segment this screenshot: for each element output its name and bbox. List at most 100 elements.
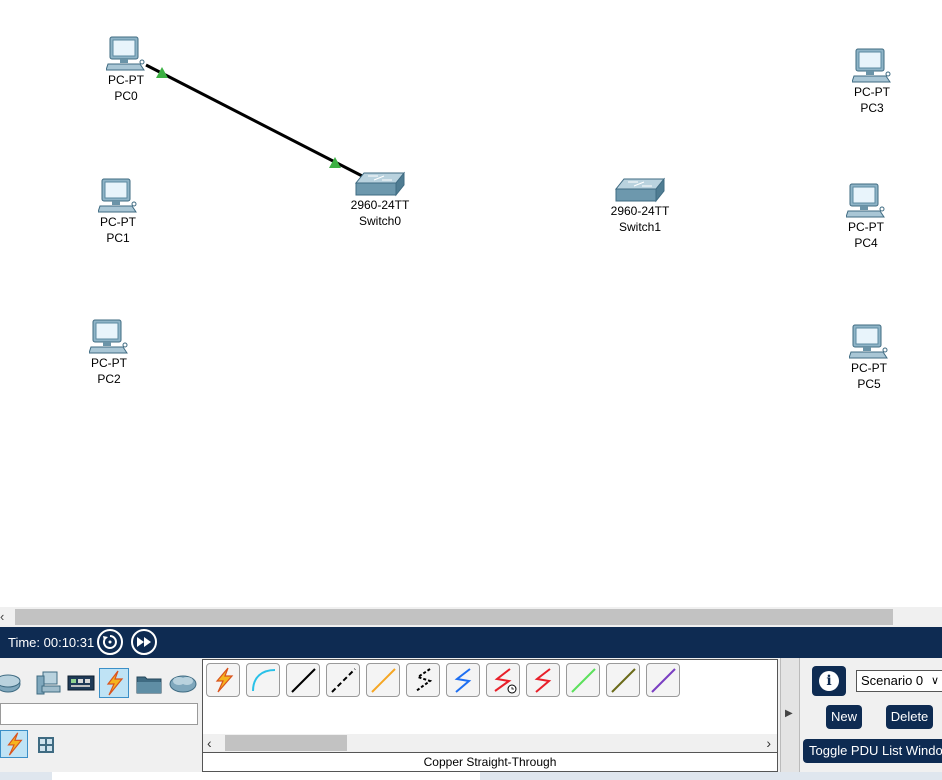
pc-icon [852,48,891,83]
pc-icon [106,36,145,71]
power-cycle-button[interactable] [97,629,123,655]
copper-straight-through-icon [291,668,316,693]
components-icon [67,675,95,691]
automatic-connection-icon [215,667,234,693]
device-model-label: PC-PT [100,215,136,229]
coaxial-cable-button[interactable] [446,663,480,697]
cable-panel-scrollbar[interactable]: ‹ › [203,734,777,752]
delete-scenario-button[interactable]: Delete [886,705,933,729]
usb-cable-icon [651,668,676,693]
workspace-horizontal-scrollbar[interactable]: ‹ [0,607,942,627]
device-switch0[interactable]: 2960-24TT Switch0 [340,171,420,229]
connections-icon [106,670,124,696]
multiuser-category[interactable] [168,668,198,698]
selected-cable-name: Copper Straight-Through [202,752,778,772]
phone-cable-button[interactable] [406,663,440,697]
status-strip [0,772,942,780]
console-cable-button[interactable] [246,663,280,697]
grid-icon [38,737,54,753]
usb-cable-button[interactable] [646,663,680,697]
serial-dce-icon [494,668,517,694]
device-name-label: PC5 [857,377,881,391]
end-devices-category[interactable] [33,668,63,698]
device-model-label: 2960-24TT [350,198,410,212]
device-pc0[interactable]: PC-PT PC0 [86,36,166,104]
fast-forward-icon [137,637,151,647]
expand-arrow-icon[interactable]: ▶ [785,708,793,719]
scenario-select[interactable]: Scenario 0 ∨ [856,670,942,692]
copper-cross-over-button[interactable] [326,663,360,697]
components-category[interactable] [66,668,96,698]
bottom-panel: ‹ › Copper Straight-Through ▶ i Scenario… [0,658,942,780]
serial-dte-icon [534,668,552,693]
iot-custom-cable-icon [611,668,636,693]
status-tab [52,772,480,780]
scrollbar-thumb[interactable] [15,609,893,625]
switch-icon [354,171,406,197]
time-display: Time: 00:10:31 [8,635,95,650]
device-type-panel [0,658,200,780]
scroll-left-icon[interactable]: ‹ [207,734,212,752]
grid-view-button[interactable] [37,736,55,754]
realtime-toolbar: Time: 00:10:31 [0,627,942,658]
scenario-value: Scenario 0 [861,673,924,688]
device-model-label: PC-PT [108,73,144,87]
end-devices-icon [36,671,61,695]
pc-icon [846,183,885,218]
device-model-label: PC-PT [848,220,884,234]
device-search-field[interactable] [0,703,198,725]
device-name-label: Switch0 [358,214,402,228]
device-name-label: Switch1 [618,220,662,234]
device-model-label: PC-PT [91,356,127,370]
serial-dte-button[interactable] [526,663,560,697]
coaxial-cable-icon [454,668,472,693]
device-switch1[interactable]: 2960-24TT Switch1 [600,177,680,235]
info-icon: i [819,671,839,691]
cable-type-panel: ‹ › [202,659,778,756]
switch-icon [614,177,666,203]
device-name-label: PC1 [106,231,130,245]
fast-forward-button[interactable] [131,629,157,655]
new-scenario-button[interactable]: New [826,705,862,729]
console-cable-icon [252,669,276,692]
pc-icon [849,324,888,359]
scrollbar-thumb[interactable] [225,735,347,751]
phone-cable-icon [415,668,433,692]
miscellaneous-category[interactable] [134,668,164,698]
scenario-panel: i Scenario 0 ∨ New Delete Toggle PDU Lis… [801,658,942,780]
serial-dce-button[interactable] [486,663,520,697]
scroll-right-icon[interactable]: › [766,734,771,752]
multiuser-icon [169,675,197,693]
toggle-pdu-list-button[interactable]: Toggle PDU List Window [803,739,942,763]
connections-icon [7,732,23,756]
panel-divider[interactable]: ▶ [780,658,800,780]
scroll-left-icon[interactable]: ‹ [0,609,10,625]
connections-subtype-selected[interactable] [0,730,28,758]
device-name-label: PC4 [854,236,878,250]
device-pc4[interactable]: PC-PT PC4 [826,183,906,251]
device-pc3[interactable]: PC-PT PC3 [832,48,912,116]
device-pc2[interactable]: PC-PT PC2 [69,319,149,387]
copper-straight-through-button[interactable] [286,663,320,697]
octal-cable-icon [571,668,596,693]
fiber-icon [371,668,396,693]
pc-icon [89,319,128,354]
device-name-label: PC2 [97,372,121,386]
automatic-connection-button[interactable] [206,663,240,697]
device-model-label: PC-PT [851,361,887,375]
network-devices-icon [0,674,21,693]
iot-custom-cable-button[interactable] [606,663,640,697]
chevron-down-icon: ∨ [930,675,939,687]
scenario-info-button[interactable]: i [812,666,846,696]
connections-category[interactable] [99,668,129,698]
network-devices-category[interactable] [0,668,22,698]
device-pc1[interactable]: PC-PT PC1 [78,178,158,246]
fiber-button[interactable] [366,663,400,697]
device-name-label: PC0 [114,89,138,103]
reset-icon [102,635,117,649]
octal-cable-button[interactable] [566,663,600,697]
logical-workspace[interactable]: PC-PT PC0 PC-PT PC1 PC-PT PC2 2960-24TT … [0,0,942,606]
device-pc5[interactable]: PC-PT PC5 [829,324,909,392]
device-name-label: PC3 [860,101,884,115]
device-model-label: PC-PT [854,85,890,99]
